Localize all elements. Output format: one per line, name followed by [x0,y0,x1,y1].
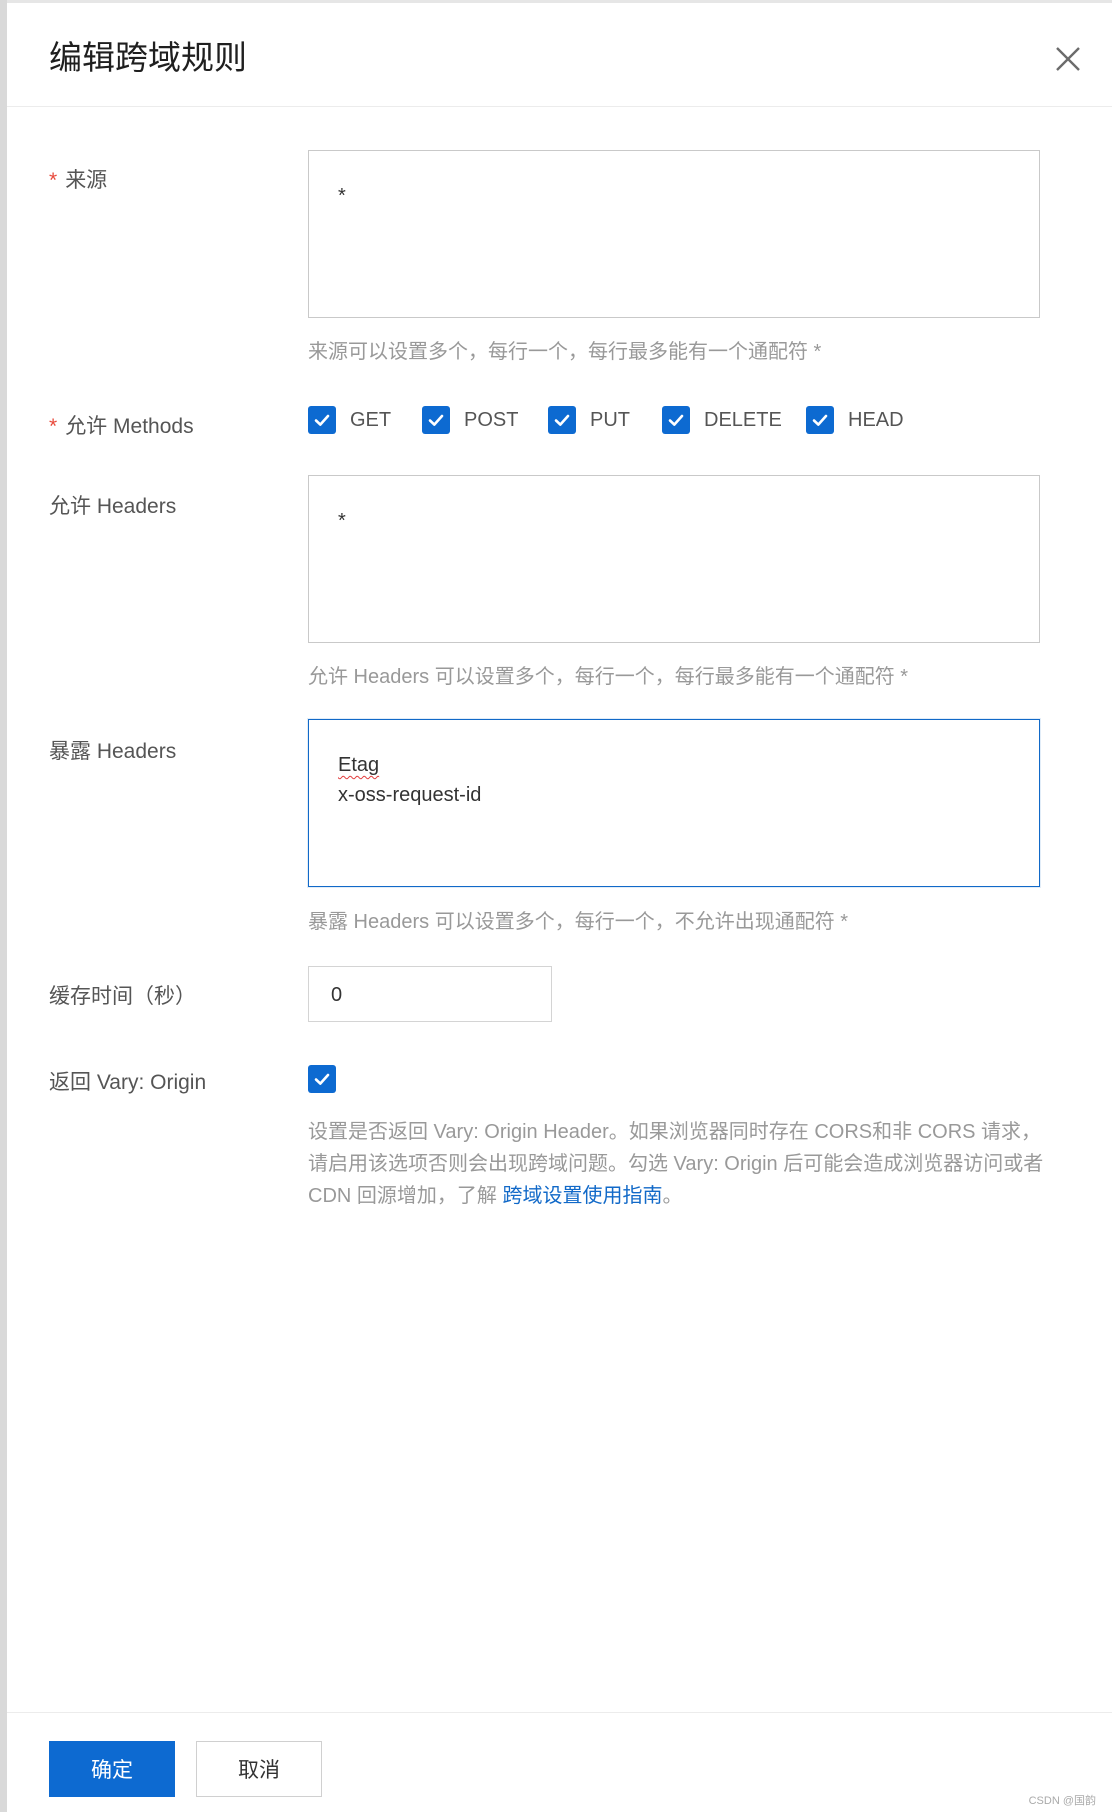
vary-help-end: 。 [662,1185,683,1207]
checkbox-checked [308,406,336,434]
required-mark: * [49,169,58,192]
cors-guide-link[interactable]: 跨域设置使用指南 [502,1185,662,1207]
expose-headers-textarea[interactable]: Etag x-oss-request-id [308,719,1040,887]
method-label: HEAD [848,408,904,431]
origin-help: 来源可以设置多个，每行一个，每行最多能有一个通配符 * [308,341,822,363]
dialog-title: 编辑跨域规则 [49,39,247,76]
checkbox-checked [806,406,834,434]
check-icon [314,1073,330,1085]
method-label: PUT [590,408,630,431]
origin-label: * 来源 [49,164,107,194]
expose-header-line: Etag [338,754,380,776]
required-mark: * [49,415,58,438]
left-edge-divider [0,0,7,1812]
method-delete-checkbox[interactable]: DELETE [662,406,782,434]
origin-label-text: 来源 [65,169,108,192]
footer-divider [7,1712,1112,1713]
check-icon [554,414,570,426]
origin-value: * [338,185,346,207]
checkbox-checked [422,406,450,434]
close-button[interactable] [1052,43,1084,75]
vary-origin-checkbox[interactable] [308,1065,336,1094]
cache-time-input[interactable]: 0 [308,966,552,1022]
method-label: GET [350,408,392,431]
expose-headers-value: Etag x-oss-request-id [338,750,481,810]
cancel-button[interactable]: 取消 [196,1741,322,1797]
checkbox-checked [662,406,690,434]
vary-label: 返回 Vary: Origin [49,1071,207,1094]
allow-headers-help: 允许 Headers 可以设置多个，每行一个，每行最多能有一个通配符 * [308,666,909,688]
method-post-checkbox[interactable]: POST [422,406,518,434]
method-label: POST [464,408,519,431]
checkbox-checked [548,406,576,434]
methods-label: * 允许 Methods [49,410,194,440]
checkbox-checked [308,1065,336,1093]
cache-label: 缓存时间（秒） [49,985,196,1008]
method-head-checkbox[interactable]: HEAD [806,406,904,434]
check-icon [812,414,828,426]
expose-headers-help: 暴露 Headers 可以设置多个，每行一个，不允许出现通配符 * [308,911,849,933]
method-get-checkbox[interactable]: GET [308,406,391,434]
confirm-button[interactable]: 确定 [49,1741,175,1797]
check-icon [668,414,684,426]
dialog-header: 编辑跨域规则 [7,3,1112,107]
vary-help: 设置是否返回 Vary: Origin Header。如果浏览器同时存在 COR… [308,1116,1044,1212]
close-icon [1056,47,1080,71]
check-icon [314,414,330,426]
allow-headers-textarea[interactable]: * [308,475,1040,643]
method-put-checkbox[interactable]: PUT [548,406,630,434]
origin-textarea[interactable]: * [308,150,1040,318]
methods-label-text: 允许 Methods [65,415,194,438]
method-label: DELETE [704,408,782,431]
allow-headers-value: * [338,510,346,532]
watermark: CSDN @国韵 [1028,1795,1096,1807]
check-icon [428,414,444,426]
expose-header-line: x-oss-request-id [338,784,482,806]
expose-headers-label: 暴露 Headers [49,740,177,763]
allow-headers-label: 允许 Headers [49,495,177,518]
